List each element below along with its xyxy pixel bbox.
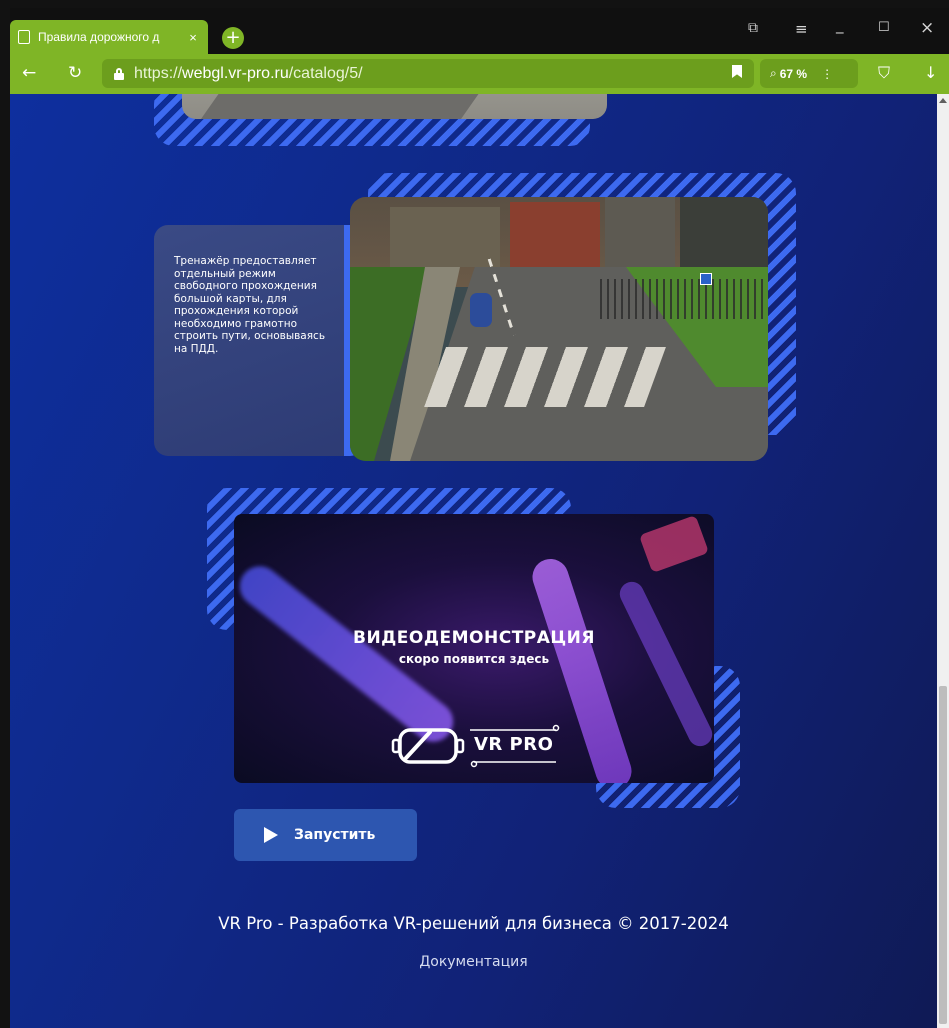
launch-button-label: Запустить <box>294 827 376 843</box>
url-text: https://webgl.vr-pro.ru/catalog/5/ <box>134 64 363 82</box>
protect-icon[interactable]: ⛉ <box>878 63 890 83</box>
lock-icon <box>114 67 124 80</box>
page-scrollbar[interactable] <box>937 94 949 1028</box>
reload-icon[interactable]: ↻ <box>68 63 82 83</box>
download-icon[interactable]: ↓ <box>924 63 937 82</box>
video-title: ВИДЕОДЕМОНСТРАЦИЯ <box>352 628 596 648</box>
zoom-level: 67 % <box>779 66 808 81</box>
document-icon <box>18 30 30 44</box>
browser-tab-active[interactable]: Правила дорожного д × <box>10 20 208 54</box>
scroll-up-icon[interactable] <box>939 98 947 103</box>
video-subtitle: скоро появится здесь <box>398 652 550 666</box>
back-arrow-icon[interactable]: ← <box>22 63 36 83</box>
tabs-list-icon[interactable]: ⧉ <box>748 20 758 36</box>
address-bar: ← ↻ https://webgl.vr-pro.ru/catalog/5/ ⌕… <box>10 54 949 94</box>
car-icon <box>470 293 492 327</box>
logo-text: VR PRO <box>474 734 554 755</box>
page-viewport: Тренажёр предоставляет отдельный режим с… <box>10 94 937 1028</box>
description-card: Тренажёр предоставляет отдельный режим с… <box>154 225 364 456</box>
browser-window: Правила дорожного д × + ⧉ ≡ _ ☐ × ← ↻ ht… <box>0 0 949 1028</box>
zoom-lens-icon: ⌕ <box>770 66 777 80</box>
scrollbar-thumb[interactable] <box>939 686 947 1024</box>
crosswalk-sign-icon <box>700 273 712 285</box>
screenshot-image <box>350 197 768 461</box>
screenshot-image-top <box>182 94 607 119</box>
tab-title: Правила дорожного д <box>38 30 160 44</box>
maximize-button[interactable]: ☐ <box>878 20 890 35</box>
launch-button[interactable]: Запустить <box>234 809 417 861</box>
play-icon <box>264 827 278 843</box>
zoom-indicator[interactable]: ⌕ 67 % ⋮ <box>760 59 858 88</box>
description-text: Тренажёр предоставляет отдельный режим с… <box>174 255 326 355</box>
tab-close-icon[interactable]: × <box>186 30 200 45</box>
new-tab-button[interactable]: + <box>222 27 244 49</box>
url-field[interactable]: https://webgl.vr-pro.ru/catalog/5/ <box>102 59 754 88</box>
more-options-icon[interactable]: ⋮ <box>821 67 833 81</box>
footer-copyright: VR Pro - Разработка VR-решений для бизне… <box>218 914 729 933</box>
video-placeholder[interactable]: ВИДЕОДЕМОНСТРАЦИЯ скоро появится здесь V… <box>234 514 714 783</box>
vr-pro-logo: VR PRO <box>390 724 560 768</box>
close-window-button[interactable]: × <box>920 18 934 38</box>
minimize-button[interactable]: _ <box>836 16 844 34</box>
tab-bar: Правила дорожного д × + ⧉ ≡ _ ☐ × <box>10 8 949 54</box>
documentation-link[interactable]: Документация <box>10 954 937 970</box>
menu-icon[interactable]: ≡ <box>795 20 808 38</box>
